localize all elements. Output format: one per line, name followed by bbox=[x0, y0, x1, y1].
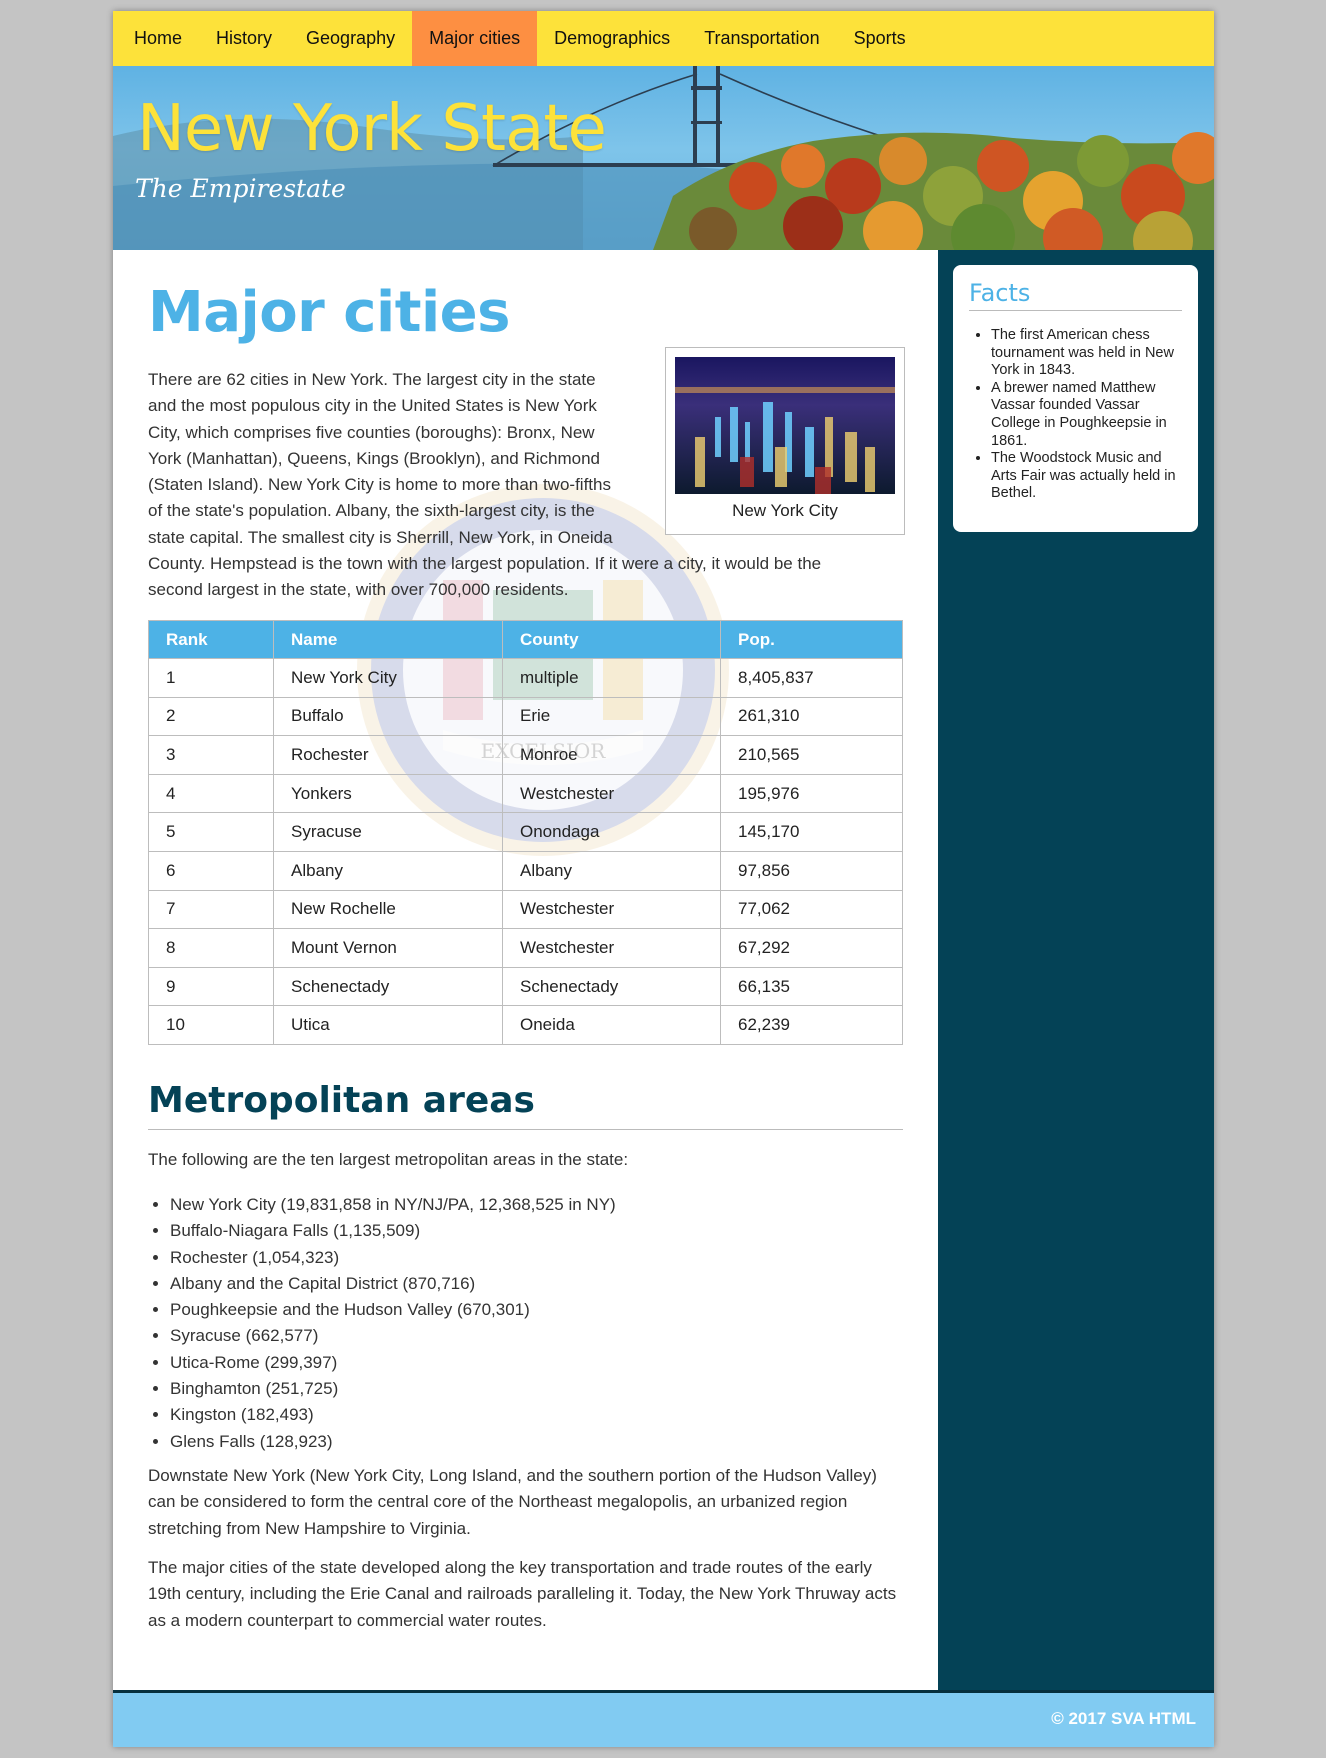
table-cell: 145,170 bbox=[720, 812, 903, 852]
table-row: 4 Yonkers Westchester 195,976 bbox=[148, 773, 903, 814]
table-cell: 9 bbox=[148, 966, 274, 1007]
table-cell: 261,310 bbox=[720, 696, 903, 737]
metro-heading: Metropolitan areas bbox=[148, 1080, 903, 1130]
facts-box: Facts The first American chess tournamen… bbox=[953, 265, 1198, 532]
metro-list: New York City (19,831,858 in NY/NJ/PA, 1… bbox=[170, 1192, 616, 1455]
table-cell: Westchester bbox=[502, 773, 721, 814]
table-cell: Oneida bbox=[502, 1005, 721, 1045]
cities-table: Rank Name County Pop. 1 New York City mult… bbox=[148, 620, 903, 1045]
site-tagline: The Empirestate bbox=[135, 174, 346, 203]
table-cell: 10 bbox=[148, 1005, 274, 1045]
table-cell: 3 bbox=[148, 735, 274, 775]
table-cell: Westchester bbox=[502, 928, 721, 968]
table-header-row: Rank Name County Pop. bbox=[148, 620, 903, 659]
table-cell: New Rochelle bbox=[273, 889, 503, 930]
table-cell: Schenectady bbox=[502, 966, 721, 1007]
nav-item-geography[interactable]: Geography bbox=[289, 11, 412, 66]
table-cell: 66,135 bbox=[720, 966, 903, 1007]
table-row: 7 New Rochelle Westchester 77,062 bbox=[148, 889, 903, 930]
table-cell: 8,405,837 bbox=[720, 658, 903, 698]
figure-caption: New York City bbox=[732, 501, 838, 520]
table-cell: 4 bbox=[148, 773, 274, 814]
list-item: New York City (19,831,858 in NY/NJ/PA, 1… bbox=[170, 1192, 616, 1218]
table-cell: 6 bbox=[148, 850, 274, 891]
copyright-text: © 2017 SVA HTML bbox=[1051, 1709, 1196, 1728]
table-cell: Buffalo bbox=[273, 696, 503, 737]
table-cell: 7 bbox=[148, 889, 274, 930]
table-cell: 210,565 bbox=[720, 735, 903, 775]
table-row: 5 Syracuse Onondaga 145,170 bbox=[148, 812, 903, 852]
table-cell: Westchester bbox=[502, 889, 721, 930]
table-cell: Erie bbox=[502, 696, 721, 737]
list-item: The Woodstock Music and Arts Fair was ac… bbox=[991, 450, 1182, 503]
table-cell: 97,856 bbox=[720, 850, 903, 891]
nyc-night-photo bbox=[675, 357, 895, 494]
table-header-cell: Pop. bbox=[720, 620, 903, 659]
table-cell: Onondaga bbox=[502, 812, 721, 852]
table-row: 10 Utica Oneida 62,239 bbox=[148, 1005, 903, 1045]
table-header-cell: County bbox=[502, 620, 721, 659]
list-item: Rochester (1,054,323) bbox=[170, 1245, 616, 1271]
list-item: A brewer named Matthew Vassar founded Va… bbox=[991, 380, 1182, 450]
list-item: The first American chess tournament was … bbox=[991, 327, 1182, 380]
list-item: Syracuse (662,577) bbox=[170, 1323, 616, 1349]
page-heading: Major cities bbox=[148, 280, 510, 345]
table-header-cell: Rank bbox=[148, 620, 274, 659]
list-item: Binghamton (251,725) bbox=[170, 1376, 616, 1402]
table-cell: New York City bbox=[273, 658, 503, 698]
list-item: Albany and the Capital District (870,716… bbox=[170, 1271, 616, 1297]
table-row: 3 Rochester Monroe 210,565 bbox=[148, 735, 903, 775]
table-cell: Albany bbox=[502, 850, 721, 891]
nav-item-transportation[interactable]: Transportation bbox=[687, 11, 836, 66]
nav-item-major-cities[interactable]: Major cities bbox=[412, 11, 538, 66]
table-cell: Schenectady bbox=[273, 966, 503, 1007]
main-content: EXCELSIOR Major cities There are 62 citi… bbox=[148, 250, 905, 1700]
list-item: Poughkeepsie and the Hudson Valley (670,… bbox=[170, 1297, 616, 1323]
sidebar: Facts The first American chess tournamen… bbox=[938, 250, 1214, 1702]
table-cell: 77,062 bbox=[720, 889, 903, 930]
header-banner: New York State The Empirestate bbox=[113, 66, 1214, 250]
footer: © 2017 SVA HTML bbox=[113, 1690, 1214, 1747]
table-cell: Albany bbox=[273, 850, 503, 891]
table-cell: Syracuse bbox=[273, 812, 503, 852]
nav-item-sports[interactable]: Sports bbox=[837, 11, 923, 66]
table-cell: multiple bbox=[502, 658, 721, 698]
cities-development-paragraph: The major cities of the state developed … bbox=[148, 1558, 897, 1630]
table-cell: 67,292 bbox=[720, 928, 903, 968]
facts-list: The first American chess tournament was … bbox=[969, 327, 1182, 503]
table-cell: 2 bbox=[148, 696, 274, 737]
facts-title: Facts bbox=[969, 279, 1182, 311]
table-header-cell: Name bbox=[273, 620, 503, 659]
table-cell: 62,239 bbox=[720, 1005, 903, 1045]
list-item: Utica-Rome (299,397) bbox=[170, 1350, 616, 1376]
table-row: 8 Mount Vernon Westchester 67,292 bbox=[148, 928, 903, 968]
page: Home History Geography Major cities Demo… bbox=[113, 11, 1214, 1747]
table-cell: Utica bbox=[273, 1005, 503, 1045]
table-cell: Monroe bbox=[502, 735, 721, 775]
table-row: 6 Albany Albany 97,856 bbox=[148, 850, 903, 891]
table-cell: Yonkers bbox=[273, 773, 503, 814]
table-row: 2 Buffalo Erie 261,310 bbox=[148, 696, 903, 737]
table-row: 1 New York City multiple 8,405,837 bbox=[148, 658, 903, 698]
table-row: 9 Schenectady Schenectady 66,135 bbox=[148, 966, 903, 1007]
list-item: Glens Falls (128,923) bbox=[170, 1429, 616, 1455]
table-cell: Mount Vernon bbox=[273, 928, 503, 968]
nyc-photo-figure: New York City bbox=[665, 347, 905, 535]
nav-item-history[interactable]: History bbox=[199, 11, 289, 66]
main-nav: Home History Geography Major cities Demo… bbox=[113, 11, 1214, 66]
site-title: New York State bbox=[137, 92, 607, 166]
table-cell: 5 bbox=[148, 812, 274, 852]
list-item: Buffalo-Niagara Falls (1,135,509) bbox=[170, 1218, 616, 1244]
table-cell: 8 bbox=[148, 928, 274, 968]
nav-item-demographics[interactable]: Demographics bbox=[537, 11, 687, 66]
nav-item-home[interactable]: Home bbox=[117, 11, 199, 66]
table-cell: Rochester bbox=[273, 735, 503, 775]
table-cell: 1 bbox=[148, 658, 274, 698]
downstate-paragraph: Downstate New York (New York City, Long … bbox=[148, 1466, 877, 1538]
table-cell: 195,976 bbox=[720, 773, 903, 814]
metro-intro-paragraph: The following are the ten largest metrop… bbox=[148, 1150, 629, 1169]
list-item: Kingston (182,493) bbox=[170, 1402, 616, 1428]
